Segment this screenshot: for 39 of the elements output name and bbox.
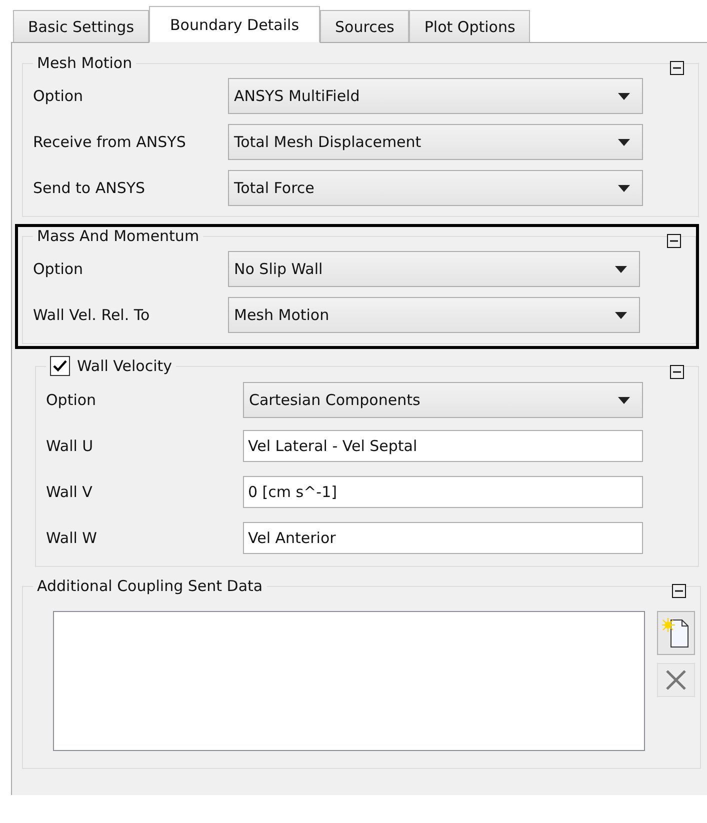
group-title: Additional Coupling Sent Data (37, 577, 263, 595)
field-label: Wall W (46, 529, 98, 547)
group-title: Wall Velocity (77, 357, 172, 375)
dropdown[interactable]: Total Force (228, 170, 643, 206)
caret-icon (618, 396, 630, 404)
field-label: Wall Vel. Rel. To (33, 306, 151, 324)
field-label: Wall V (46, 483, 94, 501)
caret-icon (618, 92, 630, 100)
tab[interactable]: Sources (320, 10, 410, 42)
dropdown[interactable]: Total Mesh Displacement (228, 124, 643, 160)
field-label: Wall U (46, 437, 94, 455)
collapse-icon[interactable] (670, 61, 684, 75)
group-title: Mass And Momentum (37, 227, 200, 245)
dropdown[interactable]: Mesh Motion (228, 297, 640, 333)
tab[interactable]: Boundary Details (149, 6, 320, 43)
collapse-icon[interactable] (667, 234, 681, 248)
field-label: Option (33, 87, 84, 105)
dropdown[interactable]: Cartesian Components (243, 382, 643, 418)
new-document-icon[interactable] (657, 611, 695, 655)
input-field[interactable]: 0 [cm s^-1] (243, 476, 643, 508)
checkbox[interactable] (50, 356, 70, 376)
input-field[interactable]: Vel Anterior (243, 522, 643, 554)
tab[interactable]: Basic Settings (13, 10, 150, 42)
group-title: Mesh Motion (37, 54, 132, 72)
collapse-icon[interactable] (672, 584, 686, 598)
caret-icon (615, 312, 627, 318)
dropdown[interactable]: ANSYS MultiField (228, 78, 643, 114)
field-label: Option (33, 260, 84, 278)
dropdown[interactable]: No Slip Wall (228, 251, 640, 287)
caret-icon (618, 138, 630, 146)
field-label: Send to ANSYS (33, 179, 146, 197)
field-label: Receive from ANSYS (33, 133, 187, 151)
caret-icon (618, 184, 630, 192)
caret-icon (615, 266, 627, 272)
input-field[interactable]: Vel Lateral - Vel Septal (243, 430, 643, 462)
delete-icon[interactable] (657, 663, 695, 697)
collapse-icon[interactable] (670, 365, 684, 379)
field-label: Option (46, 391, 98, 409)
tab[interactable]: Plot Options (409, 10, 530, 42)
